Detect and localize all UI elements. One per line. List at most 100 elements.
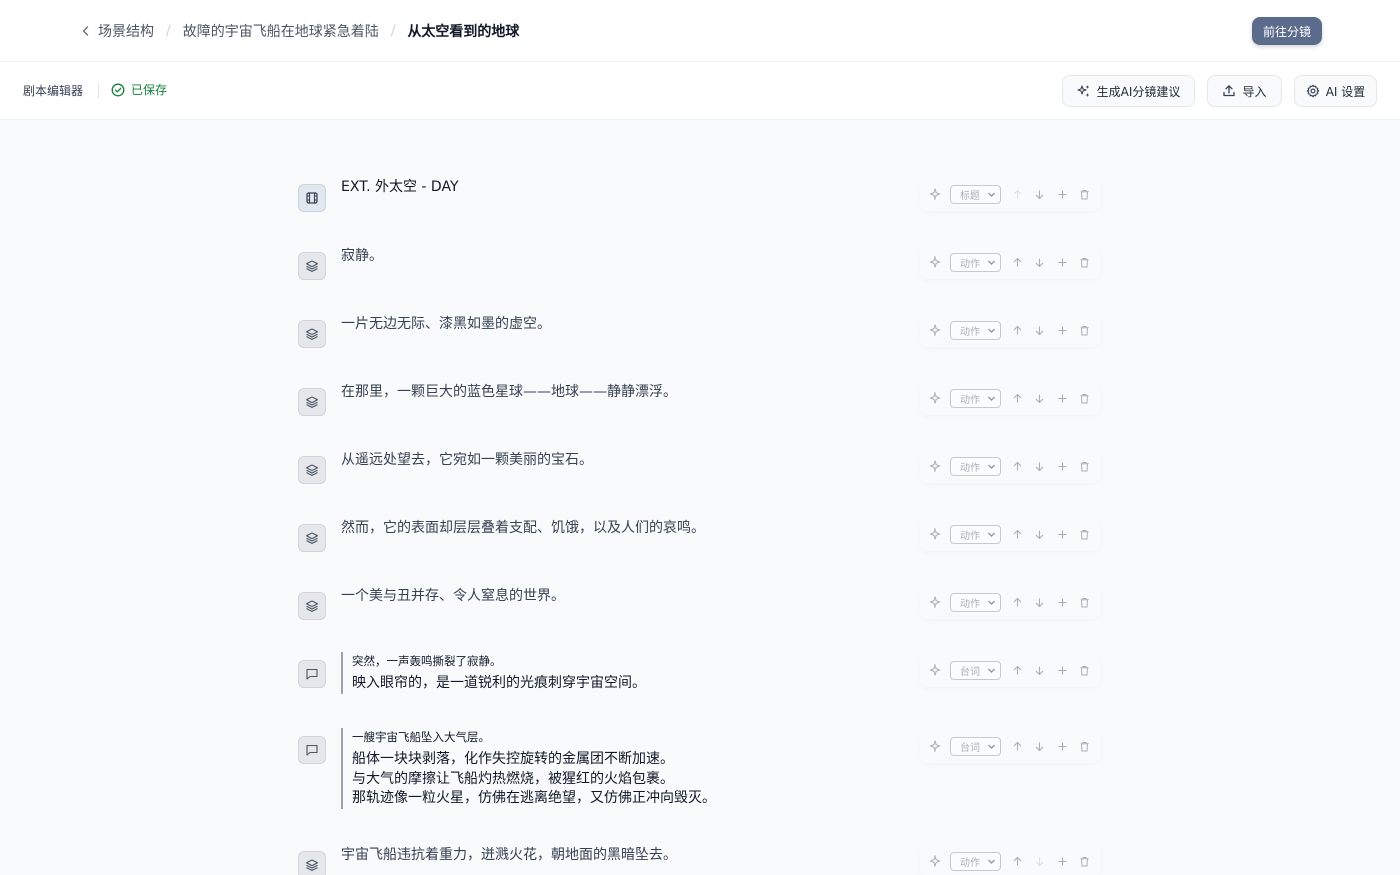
block-text[interactable]: 一个美与丑并存、令人窒息的世界。: [341, 586, 565, 606]
import-button[interactable]: 导入: [1207, 75, 1282, 107]
move-down-button[interactable]: [1033, 323, 1046, 337]
sparkle-icon[interactable]: [929, 256, 941, 268]
move-up-button[interactable]: [1011, 595, 1024, 609]
delete-block-button[interactable]: [1078, 323, 1091, 337]
move-down-button[interactable]: [1033, 527, 1046, 541]
add-block-button[interactable]: [1055, 854, 1068, 868]
add-block-button[interactable]: [1055, 527, 1068, 541]
block-type-select[interactable]: 台词: [950, 736, 1001, 756]
block-drag-handle[interactable]: [298, 252, 326, 280]
sparkle-icon[interactable]: [929, 460, 941, 472]
block-drag-handle[interactable]: [298, 736, 326, 764]
go-to-storyboard-button[interactable]: 前往分镜: [1252, 17, 1322, 45]
delete-block-button[interactable]: [1078, 595, 1091, 609]
block-type-select[interactable]: 动作: [950, 524, 1001, 544]
block-type-select[interactable]: 动作: [950, 592, 1001, 612]
generate-ai-storyboard-button[interactable]: 生成AI分镜建议: [1062, 75, 1195, 107]
move-up-button[interactable]: [1011, 391, 1024, 405]
move-up-button[interactable]: [1011, 663, 1024, 677]
layers-icon: [305, 532, 319, 544]
breadcrumb-scene[interactable]: 故障的宇宙飞船在地球紧急着陆: [183, 21, 379, 41]
move-down-button[interactable]: [1033, 595, 1046, 609]
chevron-down-icon: [988, 192, 995, 197]
block-text[interactable]: 然而，它的表面却层层叠着支配、饥饿，以及人们的哀鸣。: [341, 518, 705, 538]
delete-block-button[interactable]: [1078, 459, 1091, 473]
add-block-button[interactable]: [1055, 459, 1068, 473]
block-type-select[interactable]: 动作: [950, 252, 1001, 272]
check-circle-icon: [111, 83, 125, 96]
dialogue-block[interactable]: 突然，一声轰鸣撕裂了寂静。 映入眼帘的，是一道锐利的光痕刺穿宇宙空间。: [341, 652, 646, 694]
delete-block-button[interactable]: [1078, 854, 1091, 868]
add-block-button[interactable]: [1055, 739, 1068, 753]
sparkle-icon[interactable]: [929, 664, 941, 676]
move-down-button[interactable]: [1033, 739, 1046, 753]
import-label: 导入: [1242, 84, 1267, 99]
block-text[interactable]: 一片无边无际、漆黑如墨的虚空。: [341, 314, 551, 334]
block-type-select[interactable]: 台词: [950, 660, 1001, 680]
block-drag-handle[interactable]: [298, 660, 326, 688]
message-icon: [306, 668, 318, 680]
move-up-button[interactable]: [1011, 255, 1024, 269]
sparkle-icon[interactable]: [929, 528, 941, 540]
block-drag-handle[interactable]: [298, 592, 326, 620]
move-down-button[interactable]: [1033, 187, 1046, 201]
block-drag-handle[interactable]: [298, 320, 326, 348]
move-up-button[interactable]: [1011, 323, 1024, 337]
delete-block-button[interactable]: [1078, 391, 1091, 405]
block-type-value: 台词: [960, 742, 980, 754]
move-down-button[interactable]: [1033, 663, 1046, 677]
move-up-button[interactable]: [1011, 739, 1024, 753]
dialogue-block[interactable]: 一艘宇宙飞船坠入大气层。 船体一块块剥落，化作失控旋转的金属团不断加速。 与大气…: [341, 728, 716, 809]
move-up-button[interactable]: [1011, 527, 1024, 541]
add-block-button[interactable]: [1055, 187, 1068, 201]
move-up-button[interactable]: [1011, 854, 1024, 868]
add-block-button[interactable]: [1055, 391, 1068, 405]
add-block-button[interactable]: [1055, 323, 1068, 337]
move-down-button[interactable]: [1033, 255, 1046, 269]
sparkle-icon[interactable]: [929, 740, 941, 752]
plus-icon: [1058, 258, 1067, 266]
breadcrumb-scene-structure[interactable]: 场景结构: [98, 21, 154, 41]
arrow-down-icon: [1035, 190, 1044, 199]
block-drag-handle[interactable]: [298, 456, 326, 484]
sparkle-icon[interactable]: [929, 855, 941, 867]
block-type-select[interactable]: 标题: [950, 184, 1001, 204]
sparkle-icon[interactable]: [929, 188, 941, 200]
ai-settings-button[interactable]: AI 设置: [1294, 75, 1377, 107]
sparkle-icon[interactable]: [929, 596, 941, 608]
block-type-select[interactable]: 动作: [950, 456, 1001, 476]
breadcrumb-back-link[interactable]: 场景结构: [80, 21, 154, 41]
block-text[interactable]: 宇宙飞船违抗着重力，迸溅火花，朝地面的黑暗坠去。: [341, 845, 677, 865]
block-text[interactable]: EXT. 外太空 - DAY: [341, 177, 459, 197]
block-drag-handle[interactable]: [298, 524, 326, 552]
block-drag-handle[interactable]: [298, 184, 326, 212]
block-text[interactable]: 寂静。: [341, 246, 383, 266]
block-text[interactable]: 在那里，一颗巨大的蓝色星球——地球——静静漂浮。: [341, 382, 677, 402]
add-block-button[interactable]: [1055, 595, 1068, 609]
sparkle-icon[interactable]: [929, 324, 941, 336]
delete-block-button[interactable]: [1078, 527, 1091, 541]
move-down-button[interactable]: [1033, 854, 1046, 868]
block-type-select[interactable]: 动作: [950, 320, 1001, 340]
delete-block-button[interactable]: [1078, 739, 1091, 753]
add-block-button[interactable]: [1055, 663, 1068, 677]
add-block-button[interactable]: [1055, 255, 1068, 269]
block-controls: 动作: [920, 844, 1100, 875]
upload-icon: [1223, 85, 1236, 97]
delete-block-button[interactable]: [1078, 255, 1091, 269]
block-drag-handle[interactable]: [298, 388, 326, 416]
delete-block-button[interactable]: [1078, 663, 1091, 677]
delete-block-button[interactable]: [1078, 187, 1091, 201]
arrow-up-icon: [1013, 257, 1022, 266]
sparkle-icon[interactable]: [929, 392, 941, 404]
move-up-button[interactable]: [1011, 187, 1024, 201]
block-drag-handle[interactable]: [298, 851, 326, 875]
move-up-button[interactable]: [1011, 459, 1024, 473]
trash-icon: [1080, 393, 1089, 403]
block-type-select[interactable]: 动作: [950, 851, 1001, 871]
block-type-select[interactable]: 动作: [950, 388, 1001, 408]
block-text[interactable]: 从遥远处望去，它宛如一颗美丽的宝石。: [341, 450, 593, 470]
trash-icon: [1080, 741, 1089, 751]
move-down-button[interactable]: [1033, 391, 1046, 405]
move-down-button[interactable]: [1033, 459, 1046, 473]
